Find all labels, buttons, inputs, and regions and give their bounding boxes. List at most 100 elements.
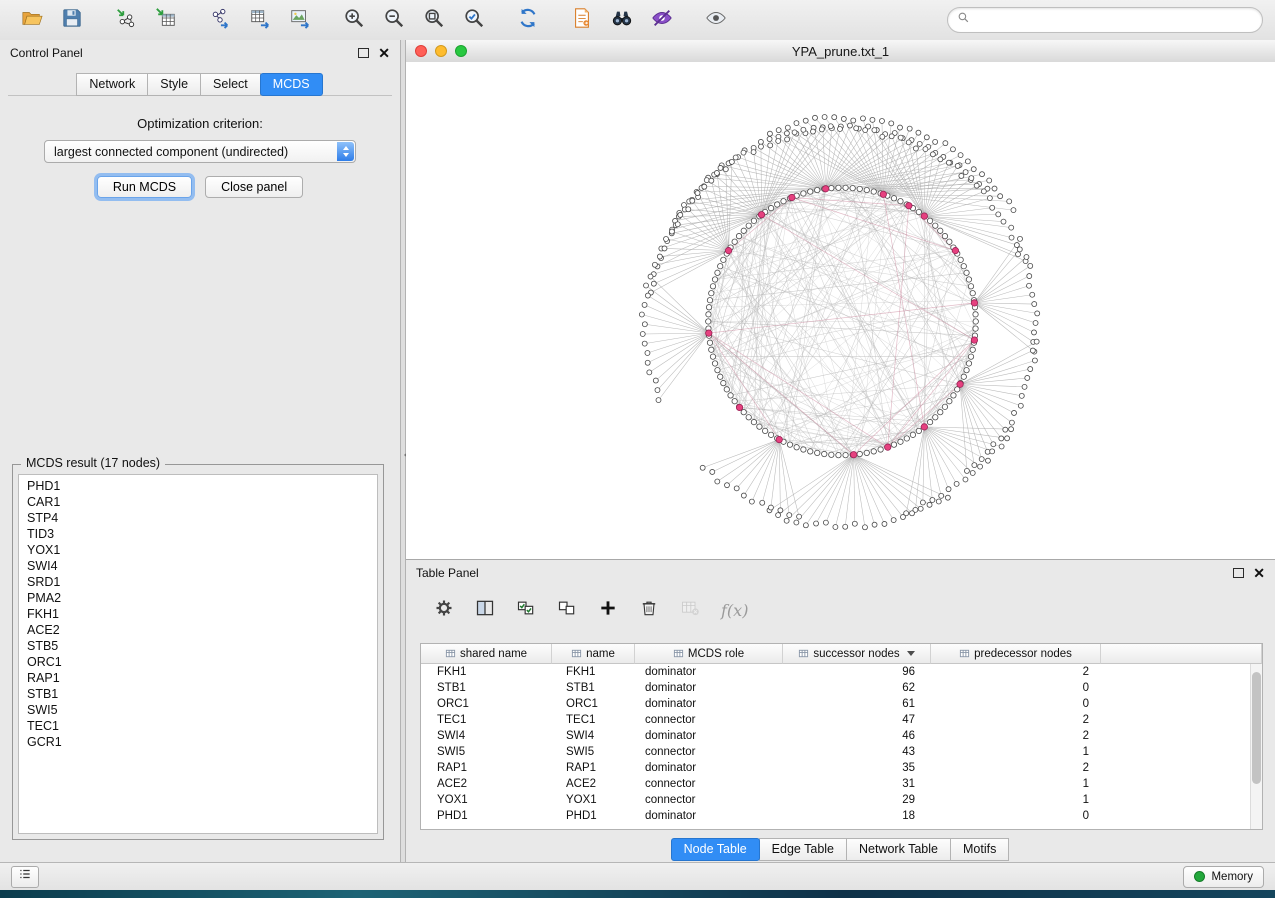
grid-icon (798, 648, 809, 659)
mcds-result-item[interactable]: TEC1 (19, 718, 377, 734)
table-panel-title: Table Panel (416, 566, 479, 580)
table-row[interactable]: ACE2ACE2connector311 (421, 776, 1262, 792)
table-cell: ORC1 (552, 696, 635, 712)
column-header-predecessor-nodes[interactable]: predecessor nodes (931, 644, 1101, 664)
mcds-result-item[interactable]: FKH1 (19, 606, 377, 622)
zoom-selected-button[interactable] (454, 5, 494, 35)
zoom-fit-button[interactable] (414, 5, 454, 35)
zoom-in-button[interactable] (334, 5, 374, 35)
table-row[interactable]: PHD1PHD1dominator180 (421, 808, 1262, 824)
run-mcds-button[interactable]: Run MCDS (97, 176, 192, 198)
table-row[interactable]: YOX1YOX1connector291 (421, 792, 1262, 808)
tab-network[interactable]: Network (76, 73, 148, 96)
mcds-result-item[interactable]: SWI4 (19, 558, 377, 574)
mcds-result-box: MCDS result (17 nodes) PHD1CAR1STP4TID3Y… (12, 464, 384, 840)
table-row[interactable]: STB1STB1dominator620 (421, 680, 1262, 696)
mcds-result-item[interactable]: ACE2 (19, 622, 377, 638)
trash-button[interactable] (637, 598, 661, 622)
mcds-result-item[interactable]: PHD1 (19, 478, 377, 494)
table-row[interactable]: RAP1RAP1dominator352 (421, 760, 1262, 776)
import-table-button[interactable] (146, 5, 186, 35)
find-button[interactable] (602, 5, 642, 35)
mcds-result-item[interactable]: STB5 (19, 638, 377, 654)
mcds-result-item[interactable]: STP4 (19, 510, 377, 526)
tab-network-table[interactable]: Network Table (846, 838, 951, 861)
table-row[interactable]: SWI4SWI4dominator462 (421, 728, 1262, 744)
tab-style[interactable]: Style (147, 73, 201, 96)
search-field[interactable] (947, 7, 1263, 33)
memory-button[interactable]: Memory (1183, 866, 1264, 888)
network-window-titlebar[interactable]: YPA_prune.txt_1 (406, 40, 1275, 63)
scrollbar-thumb[interactable] (1252, 672, 1261, 784)
zoom-in-icon (343, 7, 365, 34)
window-controls (415, 45, 467, 57)
tab-edge-table[interactable]: Edge Table (759, 838, 847, 861)
columns-button[interactable] (473, 598, 497, 622)
table-cell-filler (1101, 760, 1262, 776)
mcds-result-item[interactable]: RAP1 (19, 670, 377, 686)
column-header-shared-name[interactable]: shared name (421, 644, 552, 664)
zoom-out-button[interactable] (374, 5, 414, 35)
mcds-result-item[interactable]: STB1 (19, 686, 377, 702)
save-session-button[interactable] (52, 5, 92, 35)
table-scrollbar[interactable] (1250, 664, 1262, 829)
deselect-all-button[interactable] (555, 598, 579, 622)
export-table-button[interactable] (240, 5, 280, 35)
column-header-name[interactable]: name (552, 644, 635, 664)
close-panel-icon[interactable] (378, 47, 390, 59)
table-cell: FKH1 (421, 664, 552, 680)
float-panel-icon[interactable] (358, 48, 369, 58)
mcds-result-list[interactable]: PHD1CAR1STP4TID3YOX1SWI4SRD1PMA2FKH1ACE2… (18, 474, 378, 834)
network-canvas[interactable] (406, 62, 1275, 560)
mcds-result-item[interactable]: CAR1 (19, 494, 377, 510)
export-image-button[interactable] (280, 5, 320, 35)
add-button[interactable] (596, 598, 620, 622)
column-header-successor-nodes[interactable]: successor nodes (783, 644, 931, 664)
function-builder-button: f(x) (721, 601, 748, 620)
panel-menu-button[interactable] (11, 866, 39, 888)
table-row[interactable]: FKH1FKH1dominator962 (421, 664, 1262, 680)
mcds-result-item[interactable]: TID3 (19, 526, 377, 542)
close-window-icon[interactable] (415, 45, 427, 57)
select-all-button[interactable] (514, 598, 538, 622)
open-session-button[interactable] (12, 5, 52, 35)
table-row[interactable]: SWI5SWI5connector431 (421, 744, 1262, 760)
tab-node-table[interactable]: Node Table (671, 838, 760, 861)
close-table-panel-icon[interactable] (1253, 567, 1265, 579)
mcds-result-item[interactable]: ORC1 (19, 654, 377, 670)
mcds-result-item[interactable]: SRD1 (19, 574, 377, 590)
tab-select[interactable]: Select (200, 73, 261, 96)
export-network-button[interactable] (200, 5, 240, 35)
close-panel-button[interactable]: Close panel (205, 176, 303, 198)
import-network-button[interactable] (106, 5, 146, 35)
hide-details-button[interactable] (642, 5, 682, 35)
minimize-window-icon[interactable] (435, 45, 447, 57)
tab-motifs[interactable]: Motifs (950, 838, 1009, 861)
criterion-select[interactable]: largest connected component (undirected) (44, 140, 356, 163)
refresh-button[interactable] (508, 5, 548, 35)
eye-button[interactable] (696, 5, 736, 35)
table-row[interactable]: TEC1TEC1connector472 (421, 712, 1262, 728)
column-header-MCDS-role[interactable]: MCDS role (635, 644, 783, 664)
table-panel: Table Panel f(x) shared namenameMCDS rol… (406, 560, 1275, 862)
table-cell-filler (1101, 728, 1262, 744)
mcds-result-item[interactable]: PMA2 (19, 590, 377, 606)
tab-mcds[interactable]: MCDS (260, 73, 323, 96)
copy-network-button[interactable] (562, 5, 602, 35)
float-table-panel-icon[interactable] (1233, 568, 1244, 578)
mcds-result-item[interactable]: GCR1 (19, 734, 377, 750)
maximize-window-icon[interactable] (455, 45, 467, 57)
select-all-icon (516, 598, 536, 623)
table-cell: 1 (931, 776, 1101, 792)
table-row[interactable]: ORC1ORC1dominator610 (421, 696, 1262, 712)
table-cell: SWI4 (421, 728, 552, 744)
search-input[interactable] (975, 12, 1253, 28)
table-cell: 31 (783, 776, 931, 792)
mcds-result-item[interactable]: YOX1 (19, 542, 377, 558)
mcds-result-item[interactable]: SWI5 (19, 702, 377, 718)
table-cell: connector (635, 744, 783, 760)
table-cell: connector (635, 792, 783, 808)
gear-button[interactable] (432, 598, 456, 622)
grid-icon (673, 648, 684, 659)
table-toolbar: f(x) (406, 586, 1275, 634)
